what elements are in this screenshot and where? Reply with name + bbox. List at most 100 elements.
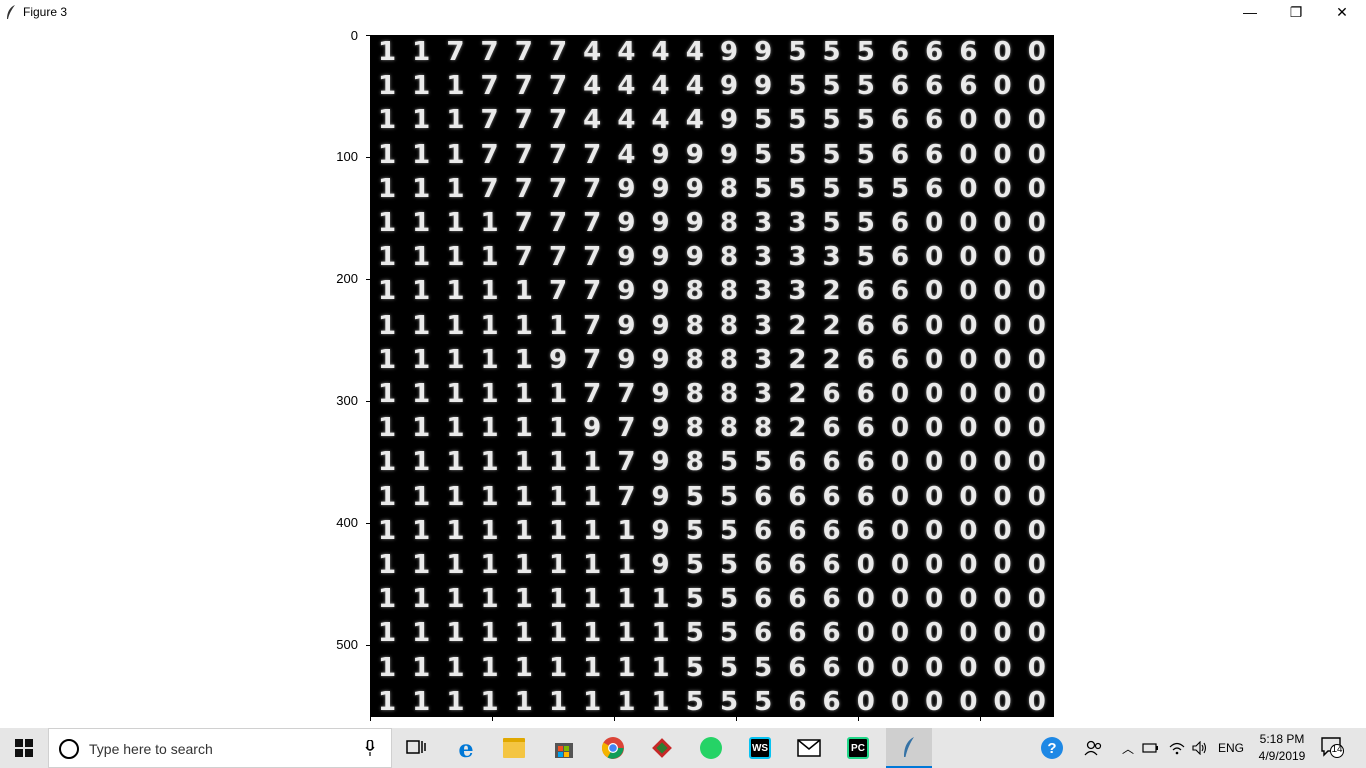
generated-digit: 0 — [993, 515, 1012, 546]
generated-digit: 1 — [377, 208, 397, 238]
generated-digit: 6 — [856, 310, 875, 341]
generated-digit: 1 — [412, 686, 431, 717]
close-icon: ✕ — [1336, 3, 1348, 20]
y-tick — [366, 35, 370, 36]
generated-digit: 0 — [1027, 550, 1046, 580]
generated-digit: 1 — [412, 37, 431, 67]
generated-digit: 3 — [754, 310, 773, 341]
generated-digit: 0 — [925, 447, 944, 478]
y-tick-label: 100 — [336, 149, 358, 164]
generated-digit: 7 — [480, 71, 499, 102]
chevron-up-icon: ︿ — [1121, 741, 1134, 756]
close-button[interactable]: ✕ — [1319, 0, 1365, 24]
generated-digit: 7 — [583, 310, 602, 341]
clock[interactable]: 5:18 PM 4/9/2019 — [1252, 731, 1312, 765]
volume-tray[interactable] — [1189, 728, 1211, 768]
people-tray[interactable] — [1080, 728, 1106, 768]
generated-digit: 0 — [925, 515, 944, 546]
chrome-icon — [601, 737, 624, 759]
generated-digit: 0 — [856, 550, 875, 580]
generated-digit: 0 — [993, 413, 1012, 444]
generated-digit: 2 — [788, 413, 807, 444]
generated-digit: 2 — [788, 379, 807, 409]
taskbar-pycharm[interactable]: PC — [838, 732, 878, 764]
generated-digit: 1 — [446, 310, 465, 341]
generated-digit: 1 — [377, 584, 397, 615]
generated-digit: 1 — [583, 481, 602, 512]
generated-digit: 1 — [446, 413, 465, 444]
show-hidden-icons[interactable]: ︿ — [1118, 728, 1138, 768]
generated-digit: 4 — [617, 37, 636, 67]
generated-digit: 0 — [925, 276, 944, 307]
generated-digit: 1 — [377, 276, 397, 307]
generated-digit: 6 — [788, 584, 807, 615]
generated-digit: 4 — [617, 139, 636, 170]
generated-digit: 0 — [890, 686, 910, 717]
webstorm-icon: WS — [749, 737, 771, 759]
generated-digit: 1 — [377, 71, 397, 102]
generated-digit: 0 — [1027, 344, 1046, 375]
battery-icon — [1142, 743, 1158, 753]
generated-digit: 6 — [822, 515, 841, 546]
generated-digit: 1 — [412, 71, 431, 102]
generated-digit: 7 — [514, 242, 533, 273]
minimize-button[interactable]: — — [1227, 0, 1273, 24]
battery-tray[interactable] — [1140, 728, 1162, 768]
generated-digit: 3 — [822, 242, 841, 273]
git-icon — [652, 738, 672, 758]
wifi-tray[interactable] — [1166, 728, 1188, 768]
generated-digit: 1 — [651, 686, 670, 717]
generated-digit: 5 — [788, 139, 807, 170]
taskbar-chrome[interactable] — [593, 732, 633, 764]
action-center-button[interactable]: 14 — [1320, 736, 1346, 760]
generated-digit: 1 — [514, 652, 533, 683]
generated-digit: 0 — [959, 379, 978, 409]
generated-digit: 1 — [514, 310, 533, 341]
restore-button[interactable]: ❐ — [1273, 0, 1319, 24]
start-button[interactable] — [0, 728, 48, 768]
taskbar-edge[interactable]: e — [446, 732, 486, 764]
taskbar-webstorm[interactable]: WS — [740, 732, 780, 764]
help-tray[interactable]: ? — [1038, 728, 1066, 768]
generated-digit: 6 — [822, 618, 841, 649]
generated-digit: 0 — [890, 550, 910, 580]
generated-digit: 1 — [377, 515, 397, 546]
generated-digit: 1 — [480, 310, 499, 341]
task-view-button[interactable] — [396, 732, 436, 764]
generated-digit: 7 — [480, 37, 499, 67]
generated-digit: 6 — [959, 71, 978, 102]
generated-digit: 0 — [890, 618, 910, 649]
taskbar-whatsapp[interactable] — [691, 732, 731, 764]
generated-digit: 5 — [719, 686, 739, 717]
generated-digit: 0 — [890, 481, 910, 512]
taskbar-store[interactable] — [544, 732, 584, 764]
generated-digit: 9 — [651, 481, 670, 512]
generated-digit: 5 — [822, 37, 841, 67]
generated-digit: 0 — [959, 584, 978, 615]
y-tick-label: 0 — [350, 28, 358, 43]
taskbar-file-explorer[interactable] — [494, 732, 534, 764]
generated-digit: 5 — [685, 550, 704, 580]
taskbar-mail[interactable] — [789, 732, 829, 764]
generated-digit: 4 — [685, 105, 704, 136]
language-indicator[interactable]: ENG — [1214, 728, 1248, 768]
generated-digit: 1 — [617, 686, 636, 717]
taskbar-figure-window[interactable] — [886, 728, 932, 768]
taskbar-git[interactable] — [642, 732, 682, 764]
generated-digit: 1 — [412, 208, 431, 238]
notification-count: 14 — [1331, 744, 1343, 755]
y-tick-label: 400 — [336, 515, 358, 530]
generated-digit: 0 — [959, 208, 978, 238]
generated-digit: 1 — [548, 413, 568, 444]
taskbar-search[interactable]: Type here to search — [48, 728, 392, 768]
generated-digit: 0 — [959, 105, 978, 136]
taskbar: Type here to search e WS PC ? ︿ ENG 5:18… — [0, 728, 1366, 768]
generated-digit: 0 — [856, 584, 875, 615]
generated-digit: 7 — [548, 105, 568, 136]
generated-digit: 9 — [651, 242, 670, 273]
generated-digit: 0 — [959, 686, 978, 717]
generated-digit: 2 — [788, 310, 807, 341]
generated-digit: 9 — [617, 310, 636, 341]
microphone-icon[interactable] — [365, 740, 375, 756]
generated-digit: 6 — [890, 242, 910, 273]
